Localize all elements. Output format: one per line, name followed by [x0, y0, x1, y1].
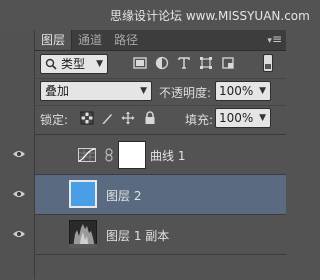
layer-thumbnail[interactable]	[69, 180, 97, 208]
eye-icon[interactable]	[12, 229, 26, 239]
fill-label: 填充:	[185, 113, 214, 127]
image-filter-icon[interactable]	[133, 56, 147, 70]
panel-tab-bar: 图层 通道 路径 ▾≡	[35, 30, 286, 51]
fill-input[interactable]: 100% ▼	[215, 108, 271, 128]
chevron-down-icon: ▼	[96, 59, 103, 69]
watermark-text: 思缘设计论坛 www.MISSYUAN.com	[110, 9, 310, 23]
top-bar: 思缘设计论坛 www.MISSYUAN.com	[0, 0, 310, 30]
fill-value: 100%	[219, 111, 254, 125]
filter-toggle-switch[interactable]	[263, 54, 273, 72]
tab-paths[interactable]: 路径	[109, 30, 143, 50]
layer-name: 图层 1 副本	[106, 229, 170, 243]
layer-mask-thumbnail[interactable]	[118, 141, 146, 169]
tab-channels[interactable]: 通道	[73, 30, 107, 50]
blend-mode-select[interactable]: 叠加 ▼	[40, 81, 152, 101]
search-icon	[45, 58, 57, 70]
lock-position-icon[interactable]	[121, 111, 135, 125]
eye-icon[interactable]	[12, 189, 26, 199]
shape-filter-icon[interactable]	[199, 56, 213, 70]
layer-thumbnail[interactable]	[69, 220, 97, 248]
divider	[35, 78, 286, 79]
curves-adjustment-icon	[78, 148, 96, 162]
divider	[35, 105, 286, 106]
eye-icon[interactable]	[12, 149, 26, 159]
opacity-label: 不透明度:	[159, 86, 212, 100]
layer-row-layer-1-copy[interactable]: 图层 1 副本	[35, 215, 286, 255]
lock-image-pixels-icon[interactable]	[100, 111, 114, 125]
opacity-value: 100%	[219, 84, 254, 98]
layer-row-curves-1[interactable]: 曲线 1	[35, 135, 286, 175]
blend-mode-value: 叠加	[45, 84, 70, 98]
lock-label: 锁定:	[40, 113, 69, 127]
layer-kind-label: 类型	[61, 57, 86, 71]
layer-name: 曲线 1	[150, 149, 186, 163]
layer-name: 图层 2	[106, 189, 142, 203]
chevron-down-icon: ▼	[259, 86, 266, 96]
panel-menu-icon[interactable]: ▾≡	[267, 33, 282, 47]
lock-all-icon[interactable]	[143, 111, 157, 125]
adjustment-filter-icon[interactable]	[155, 56, 169, 70]
layers-list: 曲线 1 图层 2 图层 1 副本	[35, 134, 286, 280]
chevron-down-icon: ▼	[259, 113, 266, 123]
layer-kind-filter[interactable]: 类型 ▼	[40, 54, 108, 74]
chevron-down-icon: ▼	[140, 86, 147, 96]
layer-row-layer-2[interactable]: 图层 2	[35, 175, 286, 215]
smart-object-filter-icon[interactable]	[221, 56, 235, 70]
layers-panel: 图层 通道 路径 ▾≡ 类型 ▼ 叠加 ▼ 不透明度: 100% ▼ 锁定: 填…	[35, 30, 286, 280]
opacity-input[interactable]: 100% ▼	[215, 81, 271, 101]
type-filter-icon[interactable]	[177, 56, 191, 70]
lock-transparent-pixels-icon[interactable]	[80, 111, 94, 125]
tab-layers[interactable]: 图层	[35, 30, 72, 50]
mask-link-icon[interactable]	[105, 148, 113, 162]
